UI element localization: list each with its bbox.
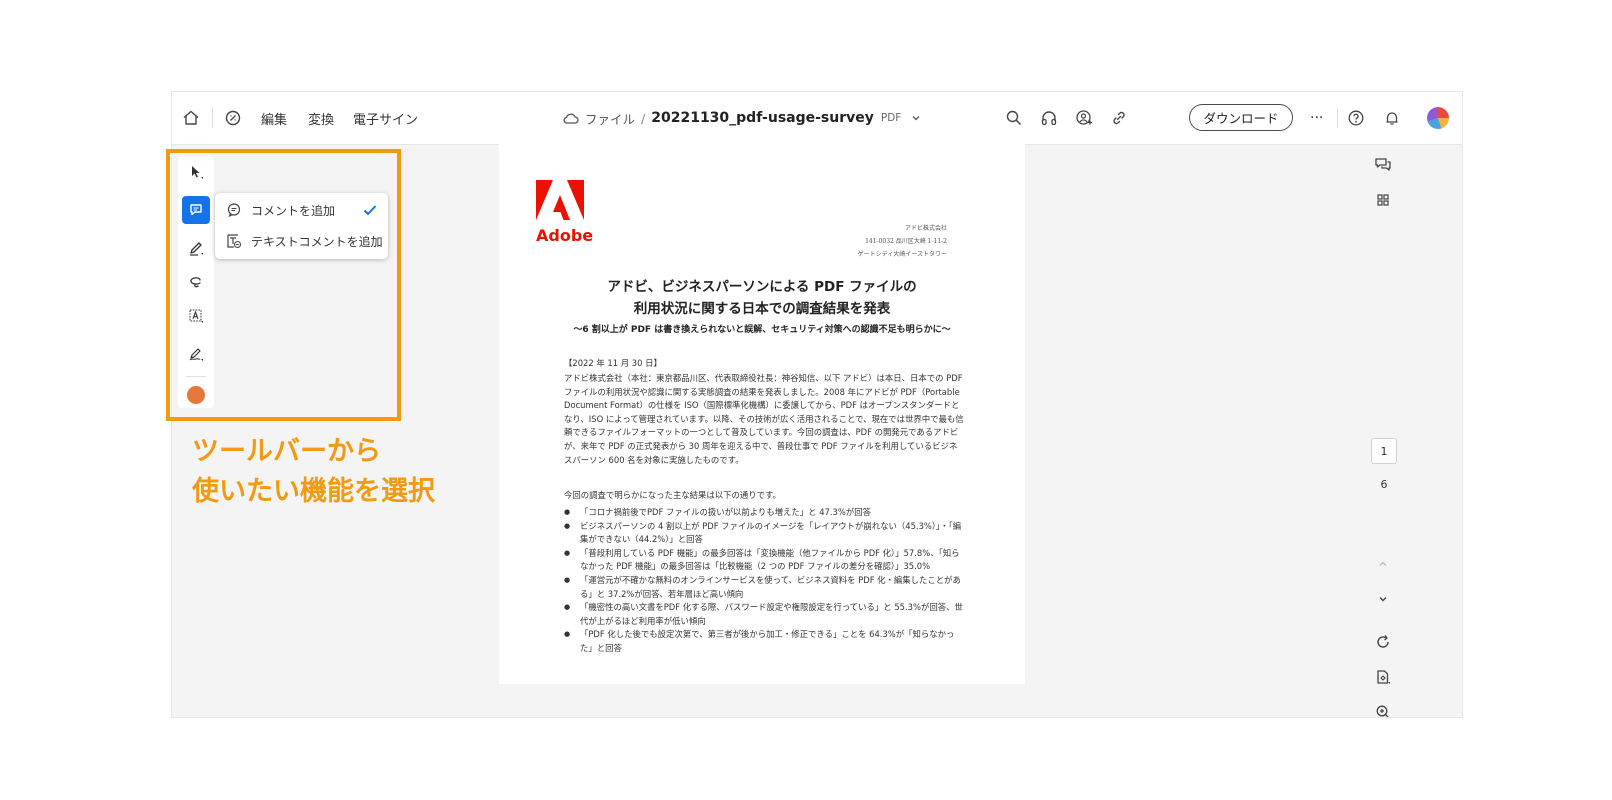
adobe-logo-text: Adobe: [536, 226, 594, 245]
left-toolbar: [178, 156, 214, 408]
checkmark-icon: [362, 202, 378, 222]
signature-tool[interactable]: [182, 340, 210, 368]
text-comment-icon: [225, 232, 243, 250]
page-settings-icon[interactable]: [1371, 665, 1395, 689]
comments-panel-icon[interactable]: [1371, 153, 1395, 177]
menu-item-add-text-comment[interactable]: テキストコメントを追加: [215, 226, 388, 256]
comment-tool[interactable]: [182, 196, 210, 224]
current-page-input[interactable]: 1: [1371, 438, 1397, 464]
file-name[interactable]: 20221130_pdf-usage-survey: [651, 110, 874, 126]
pen-icon: [188, 240, 204, 256]
document-subtitle: 〜6 割以上が PDF は書き換えられないと誤解、セキュリティ対策への認識不足も…: [573, 325, 951, 335]
ai-assistant-icon[interactable]: [224, 92, 242, 144]
comment-icon: [188, 202, 204, 218]
menu-item-add-comment[interactable]: コメントを追加: [215, 195, 388, 225]
share-user-icon[interactable]: [1075, 92, 1093, 144]
headphones-icon[interactable]: [1040, 92, 1058, 144]
divider: [1337, 108, 1338, 128]
signature-pen-icon: [188, 346, 204, 362]
menu-item-label: コメントを追加: [251, 203, 336, 218]
top-bar: 編集 変換 電子サイン ファイル / 20221130_pdf-usage-su…: [172, 92, 1462, 145]
right-rail: [1368, 144, 1398, 717]
thumbnails-grid-icon[interactable]: [1371, 188, 1395, 212]
adobe-logo: Adobe: [536, 180, 594, 245]
avatar[interactable]: [1427, 107, 1449, 129]
nav-convert[interactable]: 変換: [308, 92, 334, 144]
more-options-icon[interactable]: ···: [1310, 92, 1323, 144]
address-line: アドビ株式会社: [904, 225, 947, 232]
press-paragraph: アドビ株式会社（本社：東京都品川区、代表取締役社長：神谷知信、以下 アドビ）は本…: [564, 373, 964, 465]
highlight-tool[interactable]: [182, 234, 210, 262]
text-box-tool[interactable]: [182, 302, 210, 330]
adobe-mark-icon: [536, 180, 584, 220]
nav-edit[interactable]: 編集: [261, 92, 287, 144]
link-icon[interactable]: [1110, 92, 1128, 144]
search-icon[interactable]: [1005, 92, 1023, 144]
address-line: 141-0032 品川区大崎 1-11-2: [865, 238, 947, 245]
list-item: ビジネスパーソンの 4 割以上が PDF ファイルのイメージを「レイアウトが崩れ…: [564, 520, 964, 547]
home-icon[interactable]: [182, 92, 200, 144]
acrobat-app-window: 編集 変換 電子サイン ファイル / 20221130_pdf-usage-su…: [171, 91, 1463, 718]
callout-line-2: 使いたい機能を選択: [192, 476, 435, 507]
comment-icon: [225, 201, 243, 219]
divider: [212, 108, 213, 128]
file-type-label: PDF: [880, 112, 902, 124]
list-item: 「運営元が不確かな無料のオンラインサービスを使って、ビジネス資料を PDF 化・…: [564, 574, 964, 601]
nav-esign[interactable]: 電子サイン: [353, 92, 418, 144]
draw-freehand-icon: [188, 274, 204, 290]
lasso-draw-tool[interactable]: [182, 268, 210, 296]
cursor-arrow-icon: [188, 164, 204, 180]
select-tool[interactable]: [182, 158, 210, 186]
page-up-chevron-icon[interactable]: [1371, 552, 1395, 576]
address-line: ゲートシティ大崎イーストタワー: [857, 251, 947, 258]
total-pages: 6: [1380, 478, 1388, 491]
menu-item-label: テキストコメントを追加: [251, 234, 383, 249]
refresh-icon[interactable]: [1371, 630, 1395, 654]
document-title-line-2: 利用状況に関する日本での調査結果を発表: [633, 301, 891, 317]
cloud-icon: [562, 111, 579, 125]
list-item: 「機密性の高い文書をPDF 化する際、パスワード設定や権限設定を行っている」と …: [564, 601, 964, 628]
results-intro: 今回の調査で明らかになった主な結果は以下の通りです。: [564, 490, 781, 500]
breadcrumb-file[interactable]: ファイル: [585, 109, 635, 128]
pdf-page: Adobe アドビ株式会社 141-0032 品川区大崎 1-11-2 ゲートシ…: [499, 144, 1025, 684]
list-item: 「PDF 化した後でも設定次第で、第三者が後から加工・修正できる」ことを 64.…: [564, 628, 964, 655]
company-address: アドビ株式会社 141-0032 品川区大崎 1-11-2 ゲートシティ大崎イー…: [858, 222, 947, 261]
text-box-icon: [188, 308, 204, 324]
help-icon[interactable]: [1347, 92, 1365, 144]
document-title-line-1: アドビ、ビジネスパーソンによる PDF ファイルの: [607, 279, 917, 295]
list-item: 「普段利用している PDF 機能」の最多回答は「変換機能（他ファイルから PDF…: [564, 547, 964, 574]
chevron-down-icon[interactable]: [911, 113, 921, 123]
divider: [186, 376, 206, 377]
breadcrumb: ファイル / 20221130_pdf-usage-survey PDF: [562, 92, 921, 144]
callout-line-1: ツールバーから: [192, 436, 381, 467]
zoom-in-icon[interactable]: [1371, 700, 1395, 717]
press-date: 【2022 年 11 月 30 日】: [564, 358, 662, 368]
instruction-callout: ツールバーから 使いたい機能を選択: [192, 432, 492, 512]
download-button[interactable]: ダウンロード: [1189, 104, 1293, 131]
color-picker[interactable]: [187, 386, 205, 404]
breadcrumb-separator: /: [641, 110, 646, 126]
bell-icon[interactable]: [1383, 92, 1401, 144]
list-item: 「コロナ禍前後でPDF ファイルの扱いが以前よりも増えた」と 47.3%が回答: [564, 506, 964, 520]
results-list: 「コロナ禍前後でPDF ファイルの扱いが以前よりも増えた」と 47.3%が回答 …: [564, 506, 964, 656]
comment-tool-menu: コメントを追加 テキストコメントを追加: [215, 193, 388, 259]
page-down-chevron-icon[interactable]: [1371, 587, 1395, 611]
